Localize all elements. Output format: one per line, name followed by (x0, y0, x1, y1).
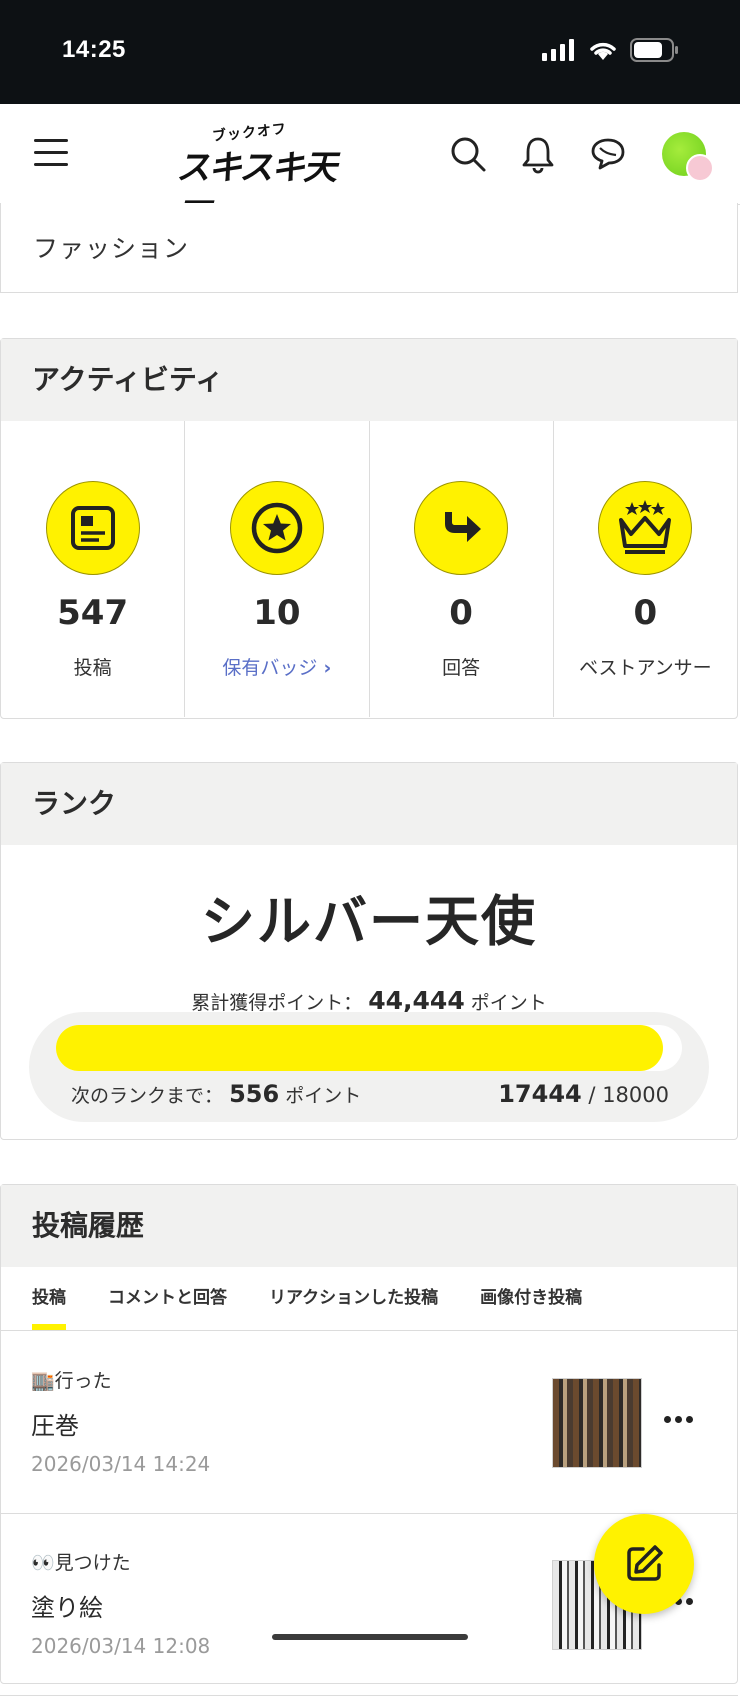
badges-label: 保有バッジ (222, 657, 318, 679)
history-tabs: 投稿 コメントと回答 リアクションした投稿 画像付き投稿 (1, 1267, 737, 1331)
total-points-label: 累計獲得ポイント： (191, 992, 363, 1014)
post-category: 🏬行った (31, 1370, 112, 1392)
progress-separator: / (588, 1083, 596, 1107)
chevron-right-icon: › (323, 657, 332, 679)
activity-best-answer: 0 ベストアンサー (554, 421, 737, 717)
badges-count: 10 (253, 593, 301, 633)
activity-heading: アクティビティ (1, 339, 737, 421)
category-label: ファッション (33, 234, 190, 263)
total-points-value: 44,444 (368, 986, 465, 1015)
history-heading: 投稿履歴 (1, 1185, 737, 1267)
post-date: 2026/03/14 12:08 (31, 1634, 211, 1658)
avatar-badge (686, 154, 714, 182)
home-indicator[interactable] (272, 1634, 468, 1640)
total-points-unit: ポイント (470, 992, 547, 1014)
edit-icon (627, 1545, 663, 1581)
post-category: 👀見つけた (31, 1552, 131, 1574)
progress-max: 18000 (602, 1083, 669, 1107)
best-answer-label: ベストアンサー (579, 657, 712, 679)
activity-grid: 547 投稿 10 保有バッジ › 0 回答 0 ベストアンサー (1, 421, 737, 717)
badges-link[interactable]: 保有バッジ › (185, 653, 368, 680)
posts-count: 547 (57, 593, 129, 633)
post-title: 塗り絵 (31, 1594, 103, 1622)
battery-icon (630, 38, 678, 62)
list-item[interactable]: 🏬行った 圧巻 2026/03/14 14:24 (0, 1332, 738, 1514)
activity-posts: 547 投稿 (1, 421, 186, 717)
posts-label: 投稿 (73, 657, 112, 679)
bell-icon[interactable] (518, 134, 558, 174)
post-thumbnail[interactable] (552, 1378, 642, 1468)
star-badge-icon (229, 481, 324, 575)
answers-count: 0 (449, 593, 473, 633)
wifi-icon (590, 42, 616, 60)
rank-title: シルバー天使 (201, 890, 537, 953)
rank-total-points: 累計獲得ポイント： 44,444 ポイント (1, 986, 737, 1015)
signal-icon (542, 39, 574, 61)
progress-track (56, 1025, 682, 1071)
next-rank-unit: ポイント (285, 1085, 362, 1107)
app-header: ブックオフ スキスキ天国 (0, 104, 740, 237)
answers-label: 回答 (442, 657, 481, 679)
progress-count: 17444 / 18000 (498, 1080, 669, 1108)
post-title: 圧巻 (31, 1412, 79, 1440)
progress-fill (56, 1025, 663, 1071)
menu-icon[interactable] (34, 139, 68, 167)
status-bar: 14:25 (0, 0, 740, 104)
document-icon (45, 481, 140, 575)
search-icon[interactable] (448, 134, 488, 174)
post-date: 2026/03/14 14:24 (31, 1452, 211, 1476)
tab-image-posts[interactable]: 画像付き投稿 (480, 1267, 582, 1330)
chat-icon[interactable] (588, 134, 628, 174)
rank-progress: 次のランクまで： 556 ポイント 17444 / 18000 (29, 1012, 709, 1122)
tab-reactions[interactable]: リアクションした投稿 (269, 1267, 438, 1330)
next-rank-value: 556 (229, 1080, 280, 1108)
app-logo[interactable]: ブックオフ スキスキ天国 (176, 121, 342, 237)
more-options-icon[interactable] (664, 1416, 693, 1423)
rank-heading: ランク (1, 763, 737, 845)
activity-answers: 0 回答 (370, 421, 554, 717)
best-answer-count: 0 (633, 593, 658, 633)
tab-posts[interactable]: 投稿 (32, 1267, 66, 1330)
status-icons (542, 38, 680, 62)
progress-current: 17444 (498, 1080, 582, 1108)
next-rank-label: 次のランクまで： (71, 1085, 224, 1107)
status-time: 14:25 (62, 36, 126, 63)
activity-badges[interactable]: 10 保有バッジ › (185, 421, 370, 717)
next-rank-info: 次のランクまで： 556 ポイント (71, 1080, 361, 1108)
crown-icon (598, 481, 693, 575)
avatar[interactable] (662, 132, 714, 182)
compose-button[interactable] (594, 1514, 694, 1614)
category-card: ファッション (0, 203, 738, 293)
activity-card: アクティビティ 547 投稿 10 保有バッジ › 0 回答 0 ベストアンサー (0, 338, 738, 719)
reply-arrow-icon (414, 481, 509, 575)
tab-comments[interactable]: コメントと回答 (108, 1267, 227, 1330)
